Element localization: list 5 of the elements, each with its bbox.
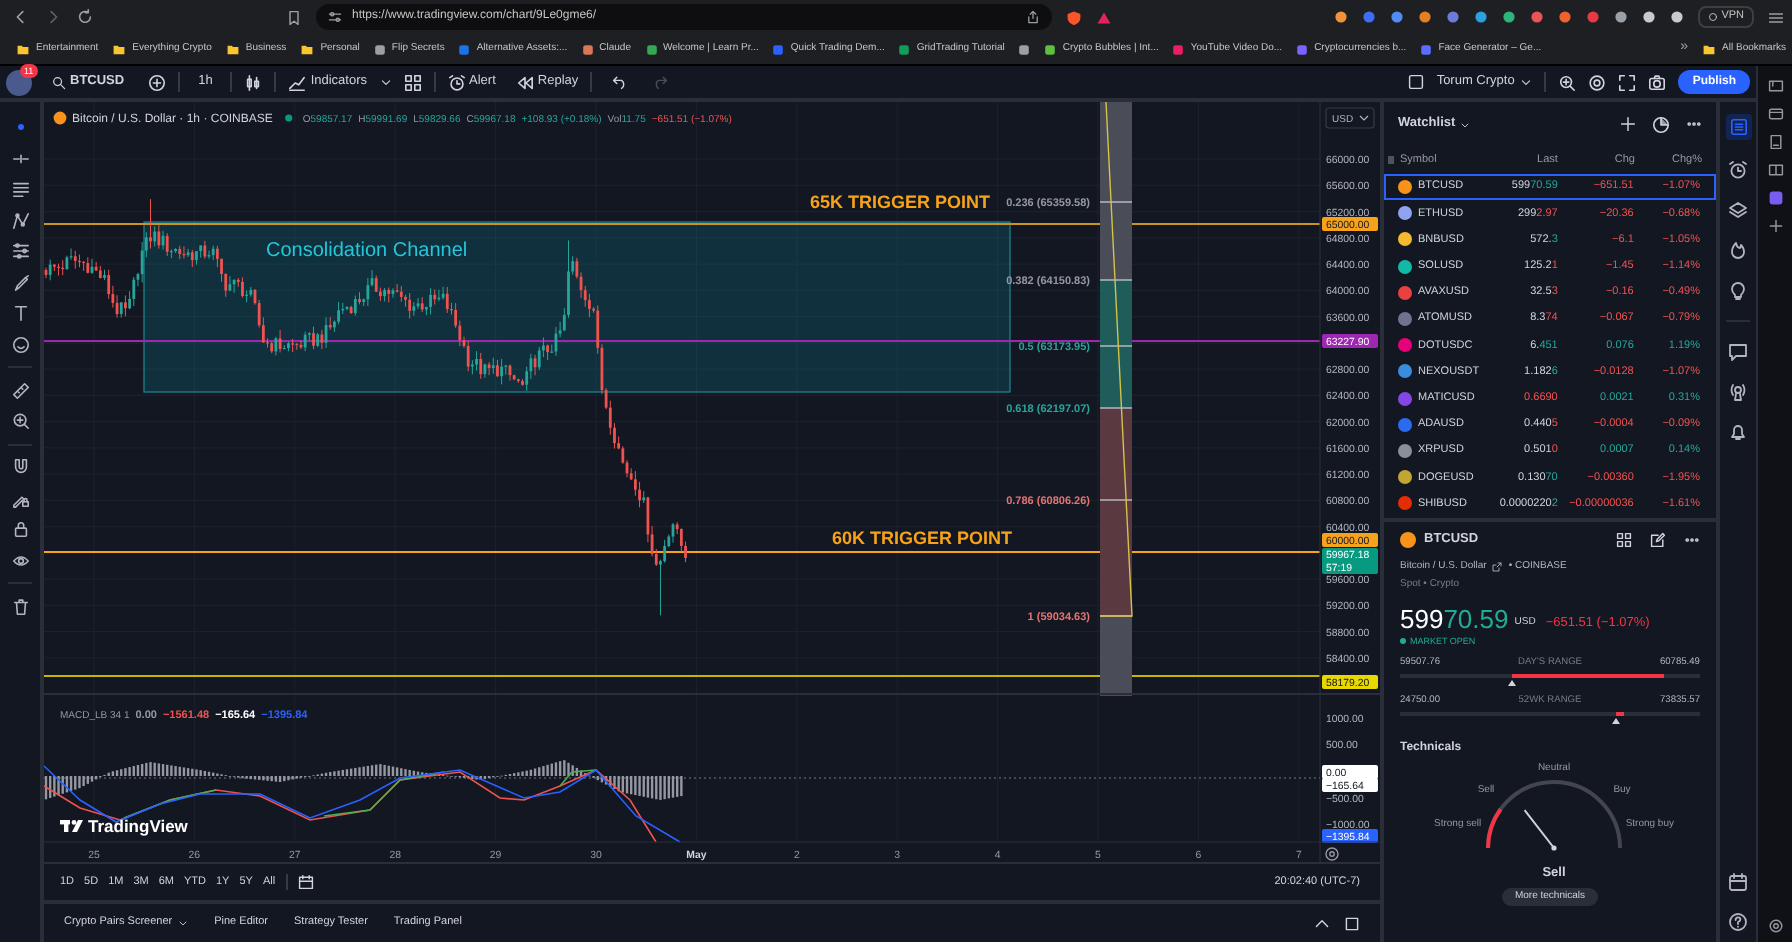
current-price: 59970.59 xyxy=(1400,604,1509,635)
trigger-label: 65K TRIGGER POINT xyxy=(810,192,991,212)
trigger-label: 60K TRIGGER POINT xyxy=(832,528,1013,548)
brand-name: TradingView xyxy=(88,816,188,836)
channel-label: Consolidation Channel xyxy=(266,240,468,262)
